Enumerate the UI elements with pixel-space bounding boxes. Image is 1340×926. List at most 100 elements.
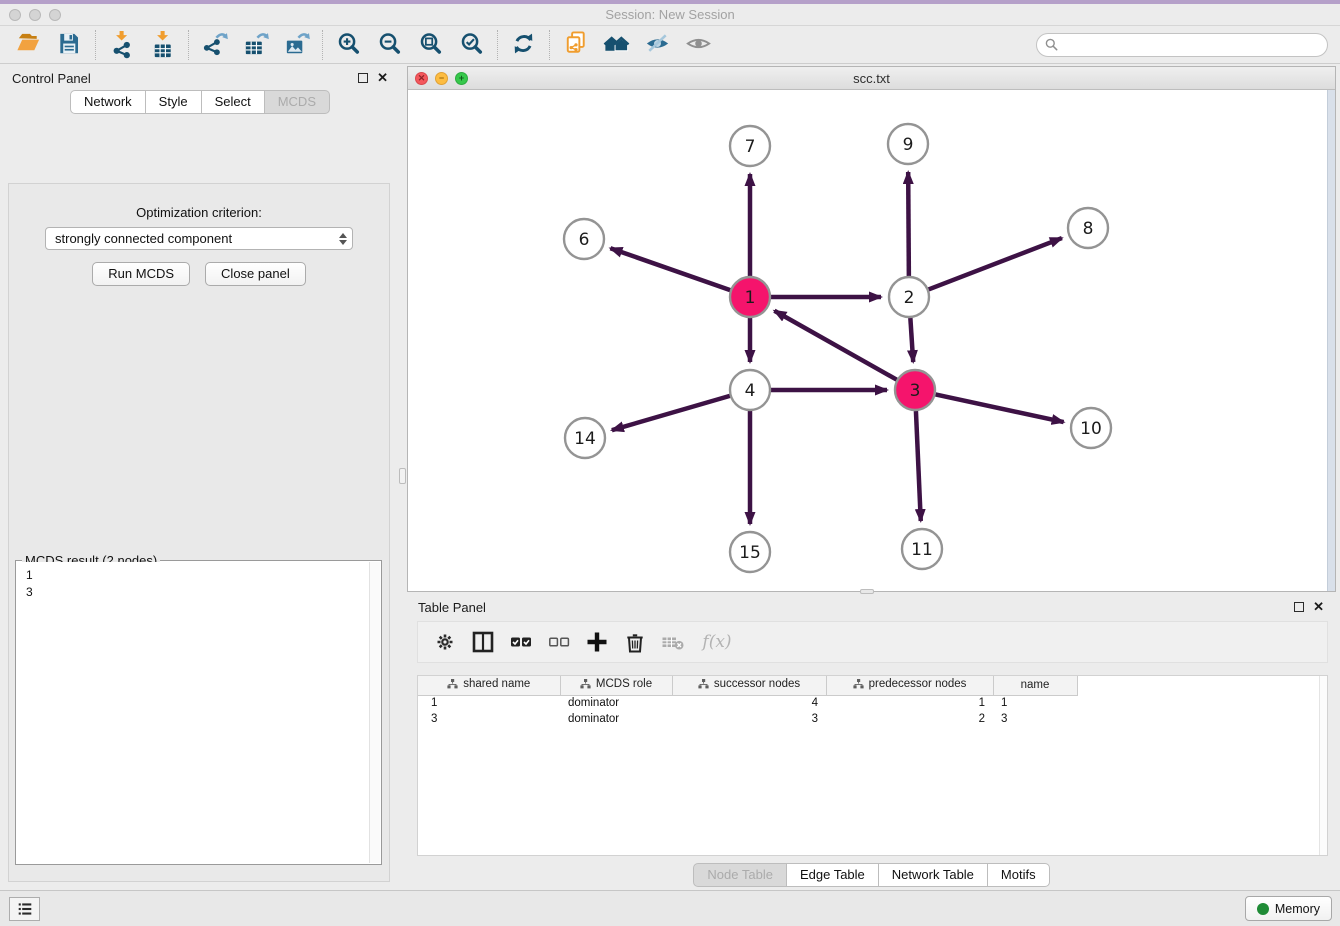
open-session-button[interactable] <box>8 28 49 61</box>
tab-mcds[interactable]: MCDS <box>265 90 330 114</box>
toolbar-group-3 <box>328 28 492 62</box>
delete-table-button <box>656 626 690 658</box>
task-history-button[interactable] <box>9 897 40 921</box>
close-table-panel-icon[interactable]: ✕ <box>1313 602 1324 612</box>
cell-1-2[interactable]: 3 <box>672 711 826 727</box>
graph-edge-1-6[interactable] <box>610 248 730 290</box>
toolbar-separator <box>497 30 498 60</box>
table-row-1[interactable]: 3dominator323 <box>418 711 1327 727</box>
cell-1-0[interactable]: 3 <box>418 711 560 727</box>
show-columns-button[interactable] <box>466 626 500 658</box>
result-scrollbar[interactable] <box>369 562 380 863</box>
graph-node-9[interactable]: 9 <box>888 124 928 164</box>
column-header-shared-name[interactable]: shared name <box>418 676 560 695</box>
toolbar-group-0 <box>8 28 90 62</box>
float-table-panel-icon[interactable] <box>1294 602 1304 612</box>
graph-edge-3-10[interactable] <box>936 394 1064 422</box>
criterion-dropdown[interactable]: strongly connected component <box>45 227 353 250</box>
graph-node-6[interactable]: 6 <box>564 219 604 259</box>
show-graphics-button[interactable] <box>678 28 719 61</box>
graph-node-14[interactable]: 14 <box>565 418 605 458</box>
graph-node-2[interactable]: 2 <box>889 277 929 317</box>
graph-node-4[interactable]: 4 <box>730 370 770 410</box>
table-row-0[interactable]: 1dominator411 <box>418 695 1327 711</box>
graph-edge-3-11[interactable] <box>916 411 921 521</box>
duplicate-network-icon <box>562 30 589 59</box>
show-graphics-icon <box>685 30 712 59</box>
tab-style[interactable]: Style <box>146 90 202 114</box>
zoom-in-button[interactable] <box>328 28 369 61</box>
network-bottom-grip[interactable] <box>860 589 874 594</box>
search-box[interactable] <box>1036 33 1328 57</box>
graph-node-1[interactable]: 1 <box>730 277 770 317</box>
zoom-fit-button[interactable] <box>410 28 451 61</box>
column-header-MCDS-role[interactable]: MCDS role <box>560 676 672 695</box>
network-vertical-scrollbar[interactable] <box>1327 90 1335 591</box>
table-tab-edge-table[interactable]: Edge Table <box>787 863 879 887</box>
table-tab-node-table[interactable]: Node Table <box>693 863 787 887</box>
search-input[interactable] <box>1063 38 1319 52</box>
import-table-button[interactable] <box>142 28 183 61</box>
graph-node-15[interactable]: 15 <box>730 532 770 572</box>
home-view-button[interactable] <box>596 28 637 61</box>
cell-1-4[interactable]: 3 <box>993 711 1077 727</box>
application-window: Session: New Session Control Panel ✕ Net… <box>0 0 1340 926</box>
toolbar-group-2 <box>194 28 317 62</box>
export-image-button[interactable] <box>276 28 317 61</box>
close-panel-button[interactable]: Close panel <box>205 262 306 286</box>
graph-edge-2-8[interactable] <box>929 238 1062 289</box>
column-header-predecessor-nodes[interactable]: predecessor nodes <box>826 676 993 695</box>
export-network-button[interactable] <box>194 28 235 61</box>
graph-node-3[interactable]: 3 <box>895 370 935 410</box>
graph-node-7[interactable]: 7 <box>730 126 770 166</box>
panel-divider-grip[interactable] <box>399 468 406 484</box>
graph-edge-2-3[interactable] <box>910 318 913 362</box>
table-tab-network-table[interactable]: Network Table <box>879 863 988 887</box>
hide-graphics-button[interactable] <box>637 28 678 61</box>
deselect-all-button[interactable] <box>542 626 576 658</box>
graph-edge-2-9[interactable] <box>908 172 909 276</box>
tab-select[interactable]: Select <box>202 90 265 114</box>
delete-row-button[interactable] <box>618 626 652 658</box>
close-panel-icon[interactable]: ✕ <box>377 73 388 83</box>
cell-1-1[interactable]: dominator <box>560 711 672 727</box>
cell-0-4[interactable]: 1 <box>993 695 1077 711</box>
save-session-button[interactable] <box>49 28 90 61</box>
memory-button[interactable]: Memory <box>1245 896 1332 921</box>
svg-text:4: 4 <box>745 381 756 401</box>
graph-edge-3-1[interactable] <box>774 311 896 380</box>
mcds-result-list[interactable]: 13 <box>17 562 380 863</box>
export-table-icon <box>242 30 269 59</box>
table-header-row: shared nameMCDS rolesuccessor nodesprede… <box>418 676 1327 695</box>
cell-0-3[interactable]: 1 <box>826 695 993 711</box>
cell-0-1[interactable]: dominator <box>560 695 672 711</box>
graph-node-8[interactable]: 8 <box>1068 208 1108 248</box>
table-vertical-scrollbar[interactable] <box>1319 676 1327 855</box>
zoom-in-icon <box>335 30 362 59</box>
cell-0-2[interactable]: 4 <box>672 695 826 711</box>
toolbar-separator <box>188 30 189 60</box>
add-row-button[interactable] <box>580 626 614 658</box>
network-window-titlebar[interactable]: ✕ − + scc.txt <box>408 67 1335 90</box>
graph-node-10[interactable]: 10 <box>1071 408 1111 448</box>
column-header-successor-nodes[interactable]: successor nodes <box>672 676 826 695</box>
select-all-button[interactable] <box>504 626 538 658</box>
table-tab-motifs[interactable]: Motifs <box>988 863 1050 887</box>
duplicate-network-button[interactable] <box>555 28 596 61</box>
column-header-name[interactable]: name <box>993 676 1077 695</box>
network-canvas[interactable]: 1 2 3 4 6 7 8 9 10 11 14 15 <box>408 90 1335 591</box>
zoom-out-button[interactable] <box>369 28 410 61</box>
refresh-button[interactable] <box>503 28 544 61</box>
export-table-button[interactable] <box>235 28 276 61</box>
float-panel-icon[interactable] <box>358 73 368 83</box>
table-settings-button[interactable] <box>428 626 462 658</box>
run-mcds-button[interactable]: Run MCDS <box>92 262 190 286</box>
zoom-selected-button[interactable] <box>451 28 492 61</box>
graph-edge-4-14[interactable] <box>612 396 730 430</box>
control-panel: Control Panel ✕ NetworkStyleSelectMCDS O… <box>0 66 400 890</box>
graph-node-11[interactable]: 11 <box>902 529 942 569</box>
cell-0-0[interactable]: 1 <box>418 695 560 711</box>
import-network-button[interactable] <box>101 28 142 61</box>
tab-network[interactable]: Network <box>70 90 146 114</box>
cell-1-3[interactable]: 2 <box>826 711 993 727</box>
